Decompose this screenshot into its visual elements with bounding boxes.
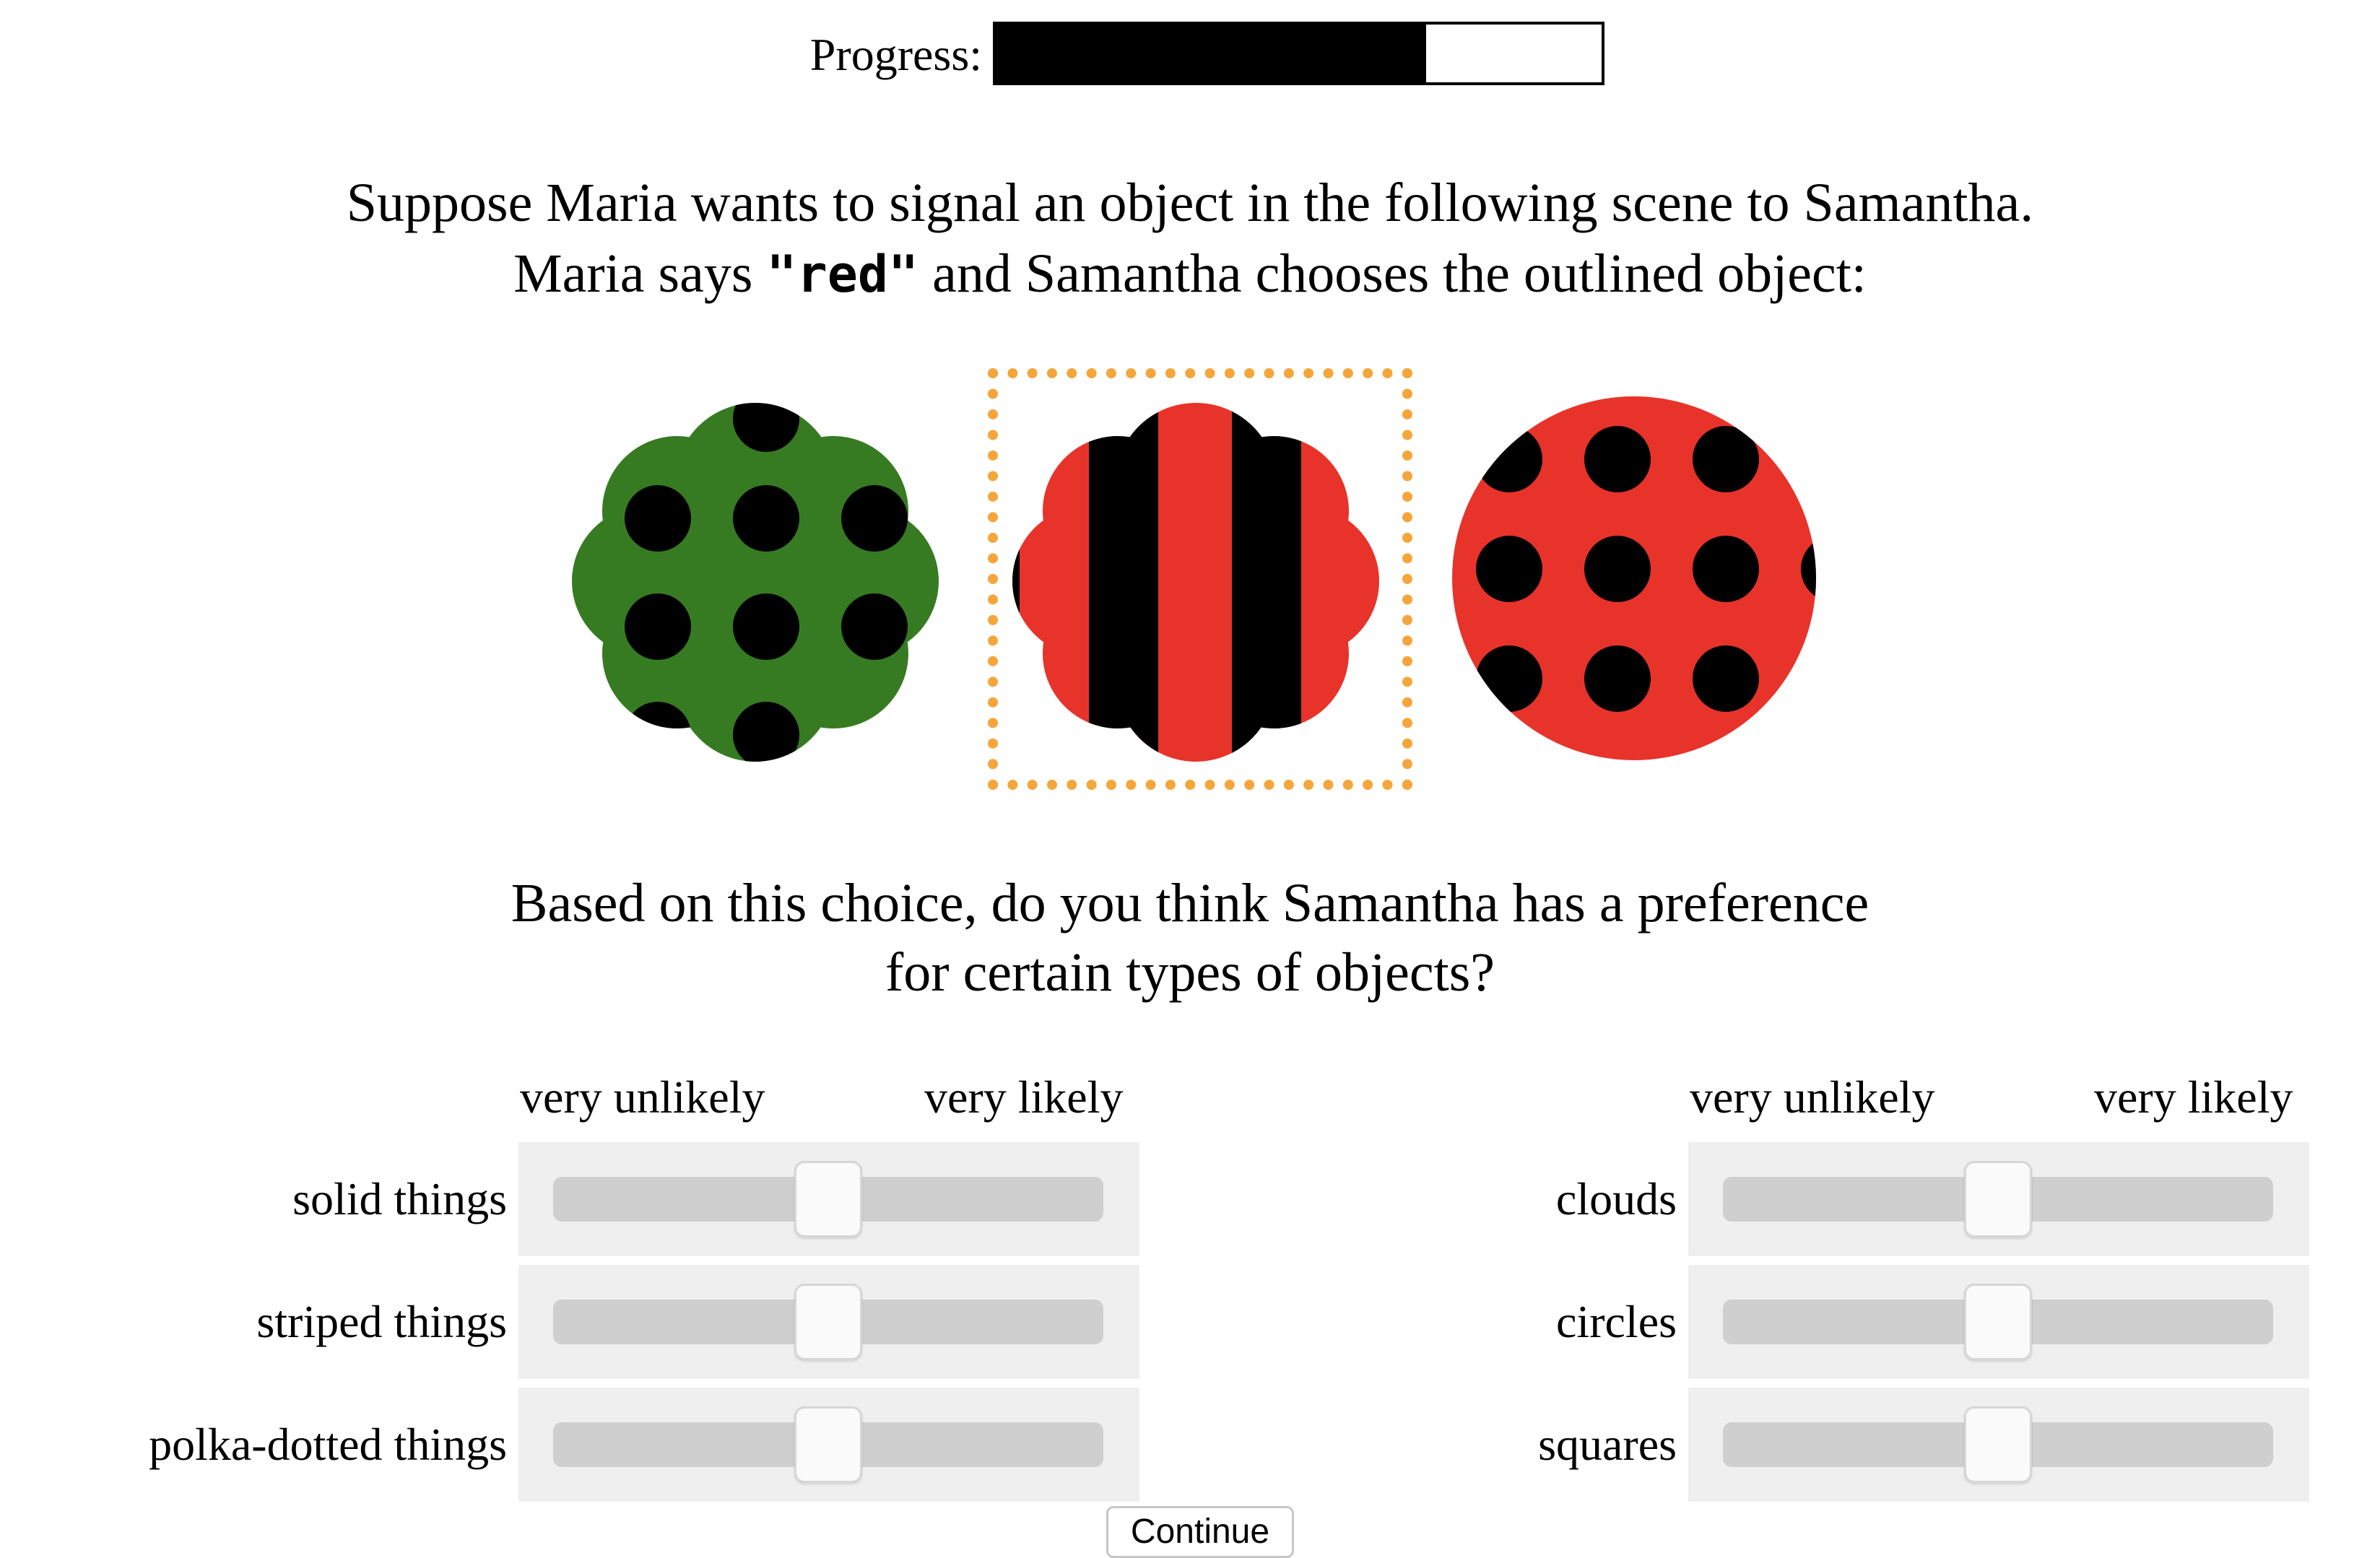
slider-label: clouds: [1555, 1173, 1677, 1224]
slider-thumb[interactable]: [794, 1406, 862, 1483]
slider-background: [1688, 1142, 2309, 1256]
prompt-line-1: Suppose Maria wants to signal an object …: [346, 173, 2034, 233]
slider-label: circles: [1556, 1296, 1677, 1347]
scale-low-label: very unlikely: [520, 1071, 765, 1123]
object-red-dotted-circle[interactable]: [1451, 396, 1817, 761]
progress-fill: [996, 25, 1426, 82]
spoken-word: "red": [766, 245, 919, 304]
progress-row: Progress:: [0, 22, 2380, 88]
slider-background: [518, 1142, 1139, 1256]
question-line-1: Based on this choice, do you think Saman…: [511, 873, 1869, 934]
slider-background: [1688, 1265, 2309, 1379]
prompt-line-2-before: Maria says: [513, 243, 767, 304]
object-green-dotted-cloud[interactable]: [568, 390, 943, 765]
prompt-line-2-after: and Samantha chooses the outlined object…: [918, 243, 1867, 304]
slider-label: striped things: [256, 1296, 507, 1347]
slider-thumb[interactable]: [1964, 1161, 2032, 1237]
progress-bar: [993, 22, 1604, 85]
question-line-2: for certain types of objects?: [885, 942, 1495, 1003]
slider-thumb[interactable]: [794, 1161, 862, 1237]
scale-high-label: very likely: [2094, 1071, 2293, 1123]
slider-background: [518, 1388, 1139, 1502]
slider-label: polka-dotted things: [149, 1419, 507, 1470]
scale-high-label: very likely: [924, 1071, 1124, 1123]
slider-background: [518, 1265, 1139, 1379]
slider-label: squares: [1538, 1419, 1677, 1470]
slider-thumb[interactable]: [1964, 1406, 2032, 1483]
slider-background: [1688, 1388, 2309, 1502]
prompt-line-2: Maria says "red" and Samantha chooses th…: [0, 238, 2380, 310]
progress-label: Progress:: [809, 29, 982, 80]
slider-thumb[interactable]: [794, 1284, 862, 1360]
object-red-striped-cloud[interactable]: [1008, 390, 1384, 765]
slider-thumb[interactable]: [1964, 1284, 2032, 1360]
slider-label: solid things: [292, 1173, 507, 1224]
continue-button[interactable]: Continue: [1106, 1506, 1294, 1558]
scale-low-label: very unlikely: [1690, 1071, 1935, 1123]
